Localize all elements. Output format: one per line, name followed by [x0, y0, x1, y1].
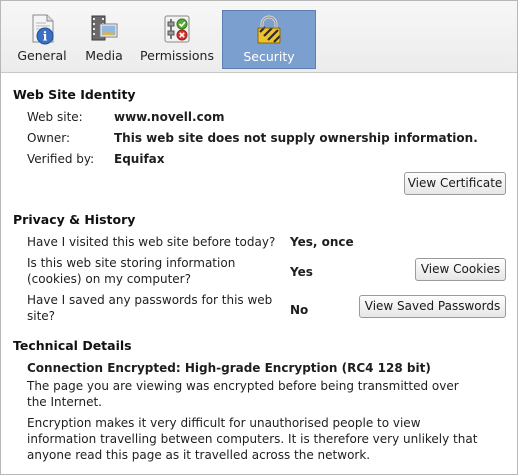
tab-permissions[interactable]: Permissions — [135, 10, 219, 67]
tab-label: Media — [85, 48, 123, 63]
encryption-paragraph-1: The page you are viewing was encrypted b… — [27, 379, 459, 409]
view-saved-passwords-button[interactable]: View Saved Passwords — [359, 295, 506, 318]
passwords-question-line2: site? — [27, 309, 56, 323]
tab-security[interactable]: Security — [222, 10, 316, 69]
svg-text:i: i — [43, 30, 48, 44]
visited-answer: Yes, once — [290, 235, 354, 249]
verified-by-label: Verified by: — [27, 152, 95, 166]
owner-label: Owner: — [27, 131, 71, 145]
verified-by-value: Equifax — [114, 152, 165, 166]
padlock-icon — [257, 15, 281, 44]
media-film-icon — [91, 15, 118, 41]
passwords-answer: No — [290, 303, 309, 317]
connection-status: Connection Encrypted: High-grade Encrypt… — [27, 361, 431, 375]
website-label: Web site: — [27, 110, 83, 124]
passwords-question-line1: Have I saved any passwords for this web — [27, 293, 273, 307]
tab-label: Security — [243, 49, 295, 64]
section-heading-technical: Technical Details — [13, 338, 132, 353]
permissions-toggle-icon — [164, 15, 190, 43]
page-info-window: i General Media Permissions Security Web… — [0, 0, 518, 475]
info-page-icon: i — [32, 14, 54, 45]
cookies-answer: Yes — [290, 265, 313, 279]
cookies-question-line1: Is this web site storing information — [27, 256, 236, 270]
view-certificate-button[interactable]: View Certificate — [404, 172, 506, 195]
tab-label: Permissions — [140, 48, 214, 63]
tab-toolbar: i General Media Permissions Security — [1, 1, 517, 73]
tab-label: General — [17, 48, 67, 63]
section-heading-identity: Web Site Identity — [13, 87, 136, 102]
section-heading-privacy: Privacy & History — [13, 212, 136, 227]
encryption-paragraph-2: Encryption makes it very difficult for u… — [27, 416, 478, 462]
tab-general[interactable]: i General — [11, 10, 73, 67]
view-cookies-button[interactable]: View Cookies — [415, 258, 506, 281]
owner-value: This web site does not supply ownership … — [114, 131, 478, 145]
website-value: www.novell.com — [114, 110, 225, 124]
visited-question: Have I visited this web site before toda… — [27, 235, 276, 249]
cookies-question-line2: (cookies) on my computer? — [27, 272, 191, 286]
tab-media[interactable]: Media — [81, 10, 127, 67]
